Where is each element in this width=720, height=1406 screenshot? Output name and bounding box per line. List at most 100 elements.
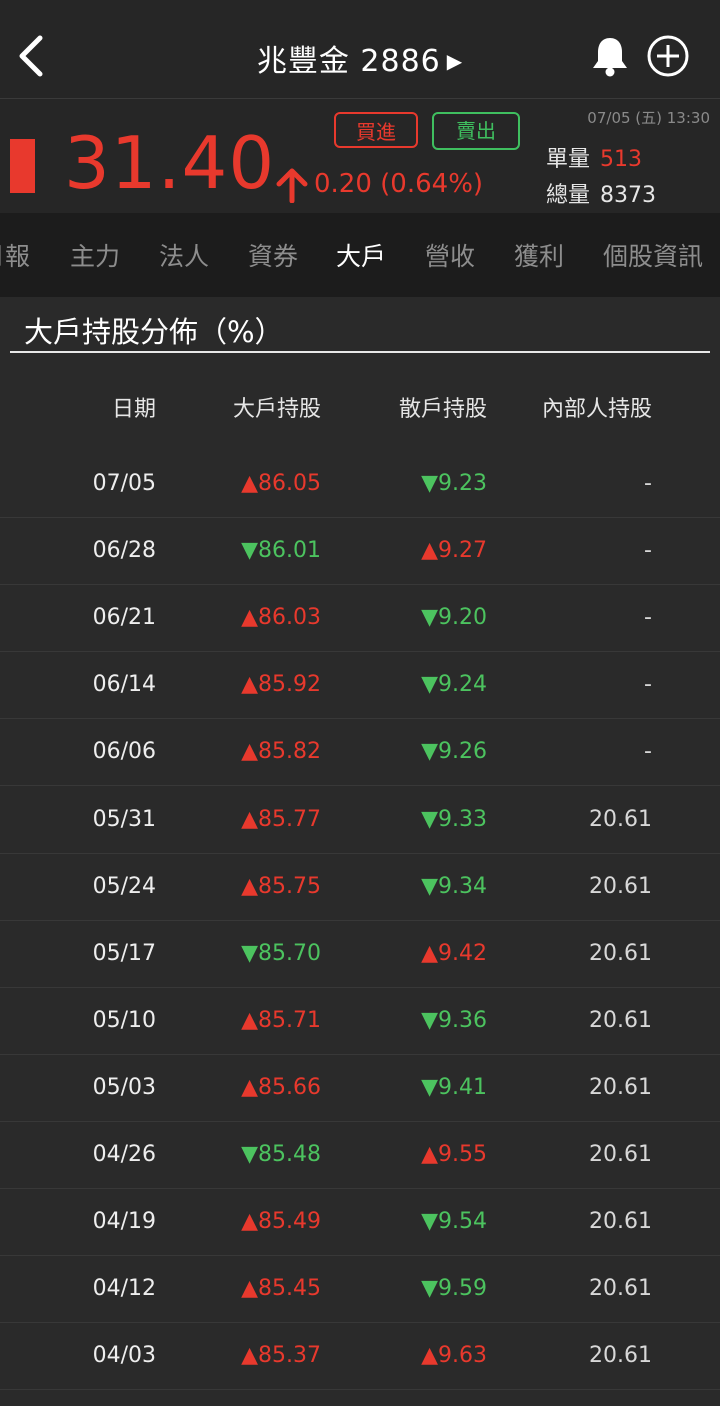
table-row[interactable]: 04/19 ▲85.49 ▼9.54 20.61	[0, 1188, 720, 1257]
single-volume-label: 單量	[546, 147, 591, 172]
table-row[interactable]: 05/17 ▼85.70 ▲9.42 20.61	[0, 920, 720, 988]
total-volume-label: 總量	[546, 183, 591, 208]
table-row[interactable]: 06/28 ▼86.01 ▲9.27 -	[0, 517, 720, 586]
last-price: 31.40	[64, 121, 276, 205]
cell-retail: ▼9.26	[421, 739, 487, 765]
cell-insider: 20.61	[589, 940, 652, 966]
table-row[interactable]: 04/12 ▲85.45 ▼9.59 20.61	[0, 1255, 720, 1324]
cell-big-holders: ▲85.92	[241, 672, 321, 698]
cell-date: 06/06	[92, 739, 156, 765]
plus-circle-icon	[647, 35, 689, 77]
cell-date: 06/28	[92, 538, 156, 564]
single-volume-value: 513	[600, 147, 643, 172]
cell-big-holders: ▲85.37	[241, 1343, 321, 1369]
stock-title: 兆豐金 2886	[256, 44, 441, 79]
cell-insider: 20.61	[589, 1074, 652, 1100]
cell-date: 04/26	[92, 1142, 156, 1167]
cell-insider: 20.61	[589, 1343, 652, 1369]
total-volume-value: 8373	[600, 183, 657, 208]
cell-retail: ▼9.41	[421, 1074, 487, 1100]
section-title: 大戶持股分佈（%）	[24, 315, 284, 349]
cell-insider: 20.61	[589, 1209, 652, 1235]
cell-big-holders: ▼86.01	[241, 538, 321, 564]
cell-insider: 20.61	[589, 1142, 652, 1167]
sell-button[interactable]: 賣出	[432, 112, 520, 150]
cell-date: 05/17	[92, 940, 156, 966]
cell-insider: 20.61	[589, 1276, 652, 1302]
table-row[interactable]: 06/21 ▲86.03 ▼9.20 -	[0, 584, 720, 653]
tab-margin[interactable]: 資券	[248, 237, 298, 273]
total-volume: 總量 8373	[546, 177, 656, 209]
cell-retail: ▼9.23	[421, 471, 487, 496]
tab-stock-info[interactable]: 個股資訊	[603, 237, 703, 273]
table-row[interactable]: 05/24 ▲85.75 ▼9.34 20.61	[0, 853, 720, 921]
table-row[interactable]: 05/03 ▲85.66 ▼9.41 20.61	[0, 1054, 720, 1122]
cell-date: 05/10	[92, 1007, 156, 1033]
col-header-insider: 內部人持股	[541, 397, 652, 422]
arrow-up-icon	[276, 168, 308, 203]
quote-panel: 31.40 0.20 (0.64%) 買進 賣出 07/05 (五) 13:30…	[0, 99, 720, 213]
table-row[interactable]: 06/06 ▲85.82 ▼9.26 -	[0, 718, 720, 787]
cell-insider: -	[644, 672, 652, 698]
cell-big-holders: ▲85.66	[241, 1074, 321, 1100]
table-row[interactable]: 06/14 ▲85.92 ▼9.24 -	[0, 651, 720, 720]
cell-insider: 20.61	[589, 1007, 652, 1033]
cell-retail: ▼9.20	[421, 605, 487, 631]
cell-date: 05/03	[92, 1074, 156, 1100]
cell-insider: -	[644, 739, 652, 765]
cell-date: 07/05	[92, 471, 156, 496]
add-watchlist-button[interactable]	[646, 34, 690, 78]
cell-retail: ▼9.33	[421, 806, 487, 832]
cell-insider: -	[644, 538, 652, 564]
table-row[interactable]: 07/05 ▲86.05 ▼9.23 -	[0, 450, 720, 518]
tab-main-force[interactable]: 主力	[70, 237, 120, 273]
alert-button[interactable]	[588, 34, 632, 78]
cell-date: 06/14	[92, 672, 156, 698]
cell-big-holders: ▲85.77	[241, 806, 321, 832]
cell-big-holders: ▲86.03	[241, 605, 321, 631]
cell-big-holders: ▼85.48	[241, 1142, 321, 1167]
cell-big-holders: ▲86.05	[241, 471, 321, 496]
cell-big-holders: ▲85.45	[241, 1276, 321, 1302]
cell-big-holders: ▲85.49	[241, 1209, 321, 1235]
cell-big-holders: ▼85.70	[241, 940, 321, 966]
tab-revenue[interactable]: 營收	[425, 237, 475, 273]
tab-bar: 月報 主力 法人 資券 大戶 營收 獲利 個股資訊	[0, 213, 720, 297]
cell-date: 04/03	[92, 1343, 156, 1369]
cell-date: 06/21	[92, 605, 156, 631]
cell-retail: ▲9.27	[421, 538, 487, 564]
cell-retail: ▲9.63	[421, 1343, 487, 1369]
play-arrow-icon: ▶	[446, 49, 464, 73]
table-row[interactable]: 05/10 ▲85.71 ▼9.36 20.61	[0, 987, 720, 1055]
top-nav-bar: 兆豐金 2886 ▶	[0, 0, 720, 99]
price-indicator-bar	[10, 139, 35, 193]
cell-date: 05/31	[92, 806, 156, 832]
cell-retail: ▼9.59	[421, 1276, 487, 1302]
cell-retail: ▼9.36	[421, 1007, 487, 1033]
cell-insider: 20.61	[589, 873, 652, 899]
quote-timestamp: 07/05 (五) 13:30	[587, 109, 710, 127]
cell-date: 04/19	[92, 1209, 156, 1235]
cell-retail: ▼9.24	[421, 672, 487, 698]
col-header-big-holders: 大戶持股	[232, 397, 321, 422]
cell-insider: 20.61	[589, 806, 652, 832]
tab-profit[interactable]: 獲利	[514, 237, 564, 273]
holding-distribution-section: 大戶持股分佈（%） 日期 大戶持股 散戶持股 內部人持股 07/05 ▲86.05…	[0, 297, 720, 1406]
price-change: 0.20 (0.64%)	[314, 169, 484, 199]
col-header-date: 日期	[111, 397, 156, 422]
tab-major-holders[interactable]: 大戶	[336, 237, 386, 273]
cell-big-holders: ▲85.75	[241, 873, 321, 899]
table-row[interactable]: 05/31 ▲85.77 ▼9.33 20.61	[0, 786, 720, 854]
table-row[interactable]: 04/26 ▼85.48 ▲9.55 20.61	[0, 1121, 720, 1189]
cell-date: 04/12	[92, 1276, 156, 1302]
buy-button[interactable]: 買進	[334, 112, 418, 148]
cell-insider: -	[644, 605, 652, 631]
cell-insider: -	[644, 471, 652, 496]
tab-monthly-report[interactable]: 月報	[0, 237, 30, 273]
section-divider	[10, 351, 710, 353]
cell-big-holders: ▲85.71	[241, 1007, 321, 1033]
col-header-retail: 散戶持股	[398, 397, 487, 422]
table-row[interactable]: 04/03 ▲85.37 ▲9.63 20.61	[0, 1322, 720, 1391]
cell-retail: ▲9.42	[421, 940, 487, 966]
tab-institutional[interactable]: 法人	[159, 237, 209, 273]
